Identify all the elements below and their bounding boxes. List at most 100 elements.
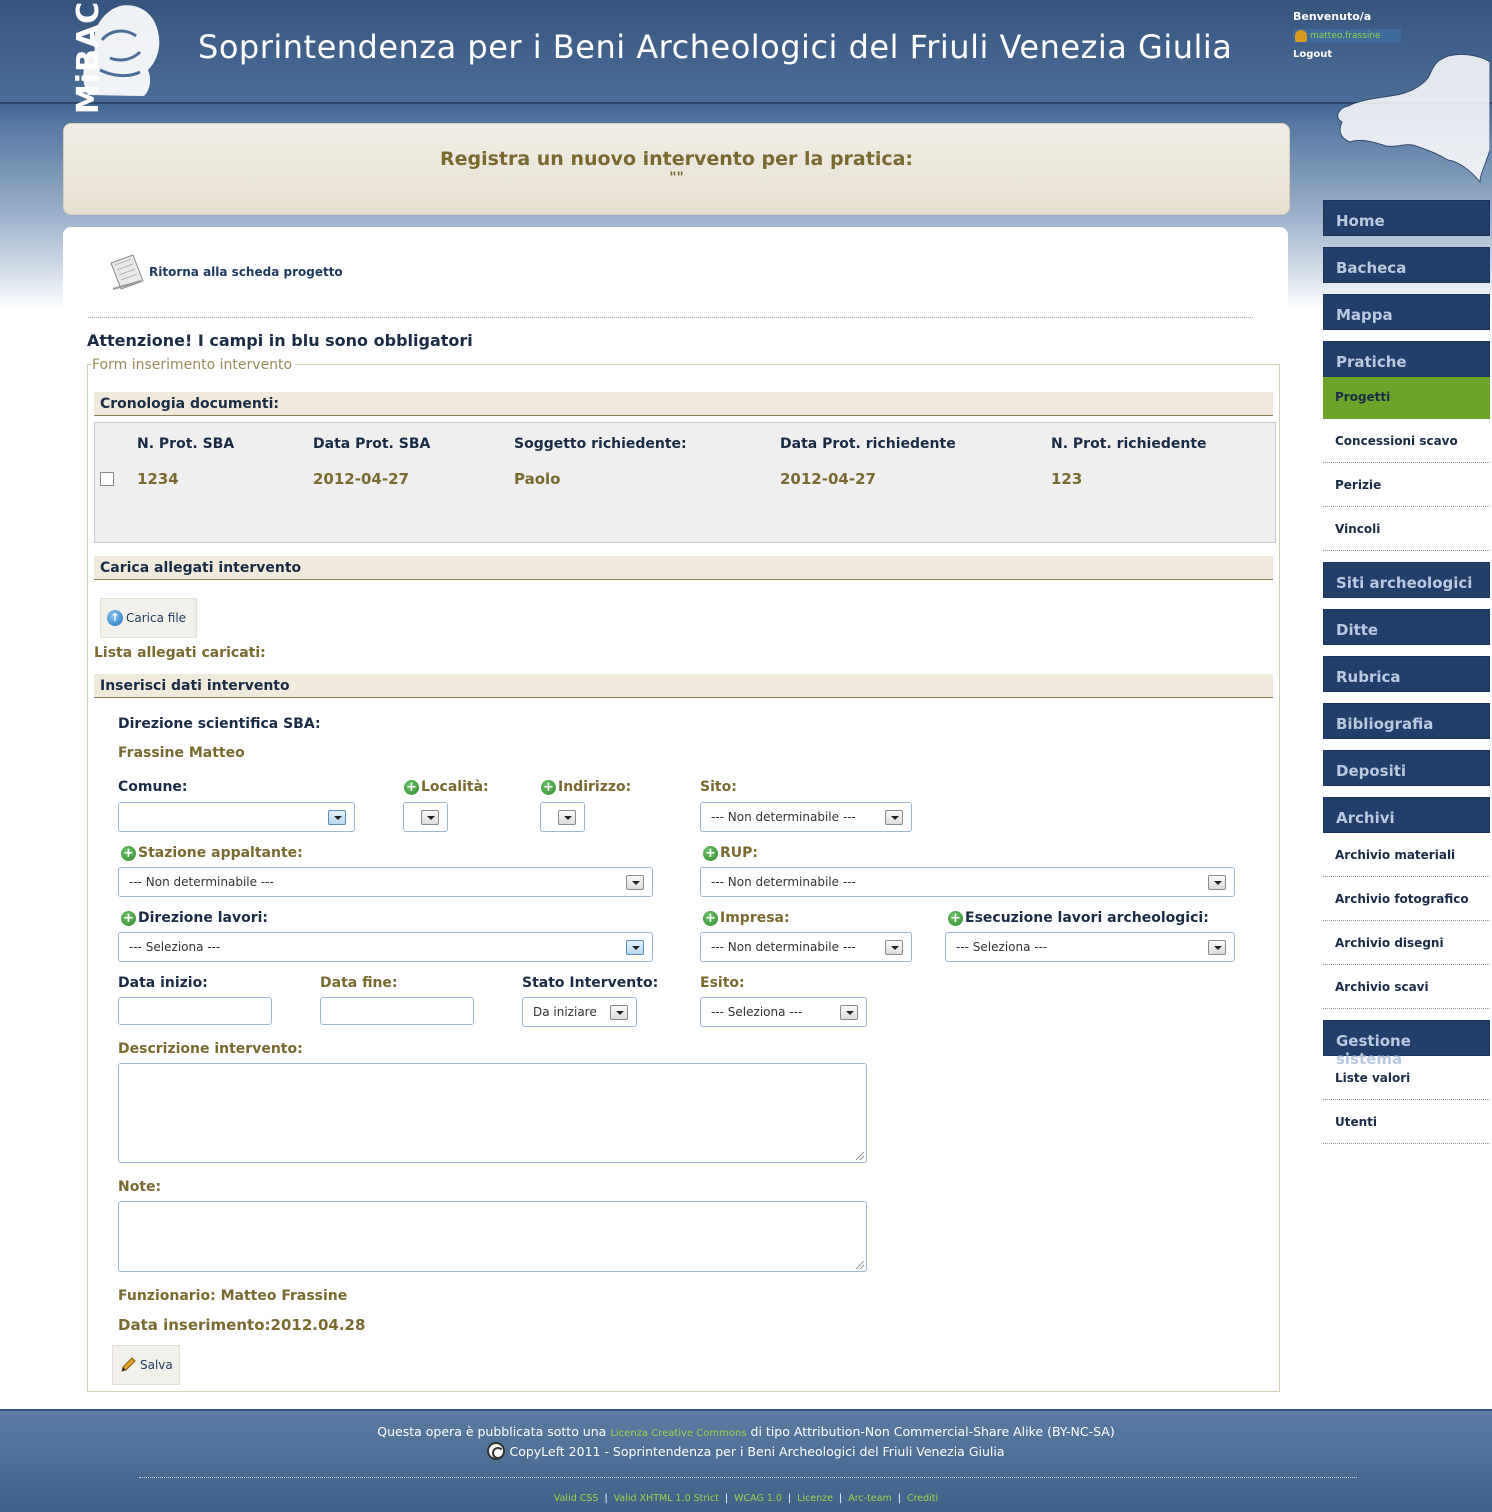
chevron-down-icon [885,940,903,955]
link-crediti[interactable]: Crediti [907,1493,938,1504]
nav-sub-archivio-fotografico[interactable]: Archivio fotografico [1323,877,1490,921]
add-stazione-icon[interactable]: + [121,845,136,861]
add-rup-icon[interactable]: + [703,845,718,861]
back-link-label: Ritorna alla scheda progetto [149,265,343,279]
esecuzione-select[interactable]: --- Seleziona --- [945,932,1235,962]
nav-sub-archivio-scavi[interactable]: Archivio scavi [1323,965,1490,1009]
header-data-prot-sba: Data Prot. SBA [313,436,431,452]
nav-sub-utenti[interactable]: Utenti [1323,1100,1490,1144]
chevron-down-icon [421,810,439,825]
localita-label: Località: [421,779,489,795]
header-soggetto-richiedente: Soggetto richiedente: [514,436,687,452]
link-wcag[interactable]: WCAG 1.0 [734,1493,782,1504]
cell-data-prot-richiedente: 2012-04-27 [780,470,876,488]
resize-handle-icon[interactable] [856,1261,864,1269]
link-licenze[interactable]: Licenze [797,1493,833,1504]
data-fine-label: Data fine: [320,975,398,991]
note-textarea[interactable] [118,1201,867,1272]
save-button-label: Salva [140,1358,173,1372]
license-text: Questa opera è pubblicata sotto una Lice… [0,1424,1492,1439]
direzione-lavori-value: --- Seleziona --- [129,940,221,954]
sito-select[interactable]: --- Non determinabile --- [700,802,912,832]
direzione-lavori-select[interactable]: --- Seleziona --- [118,932,653,962]
nav-bibliografia[interactable]: Bibliografia [1323,703,1490,739]
user-link[interactable]: matteo.frassine [1293,29,1401,43]
chevron-down-icon [1208,940,1226,955]
nav-depositi[interactable]: Depositi [1323,750,1490,786]
data-fine-input[interactable] [320,997,474,1025]
creative-commons-link[interactable]: Licenza Creative Commons [610,1428,746,1439]
upload-file-button[interactable]: ↑ Carica file [100,598,197,638]
data-inizio-input[interactable] [118,997,272,1025]
mibac-logo[interactable]: MiBAC [40,0,170,114]
nav-mappa[interactable]: Mappa [1323,294,1490,330]
indirizzo-select[interactable] [540,802,585,832]
nav-bacheca[interactable]: Bacheca [1323,247,1490,283]
chevron-down-icon [558,810,576,825]
localita-select[interactable] [403,802,448,832]
impresa-label: Impresa: [720,910,790,926]
nav-sub-archivio-disegni[interactable]: Archivio disegni [1323,921,1490,965]
stazione-value: --- Non determinabile --- [129,875,274,889]
direzione-lavori-label: Direzione lavori: [138,910,269,926]
comune-select[interactable] [118,802,355,832]
page-subtitle: "" [669,170,684,186]
link-valid-css[interactable]: Valid CSS [554,1493,599,1504]
chevron-down-icon [885,810,903,825]
link-valid-xhtml[interactable]: Valid XHTML 1.0 Strict [614,1493,719,1504]
add-indirizzo-icon[interactable]: + [541,779,556,795]
copyleft-label: CopyLeft 2011 - Soprintendenza per i Ben… [509,1443,1005,1459]
resize-handle-icon[interactable] [856,1152,864,1160]
footer-links: Valid CSS | Valid XHTML 1.0 Strict | WCAG 1.… [0,1493,1492,1504]
esecuzione-value: --- Seleziona --- [956,940,1048,954]
nav-sub-archivio-materiali[interactable]: Archivio materiali [1323,833,1490,877]
nav-gestione-sistema[interactable]: Gestione sistema [1323,1020,1490,1068]
data-inserimento-text: Data inserimento:2012.04.28 [118,1316,366,1334]
region-map-graphic [1337,53,1490,184]
stato-intervento-select[interactable]: Da iniziare [522,997,637,1027]
stato-value: Da iniziare [533,1005,597,1019]
indirizzo-label-group: + Indirizzo: [541,779,631,795]
cronologia-section-title: Cronologia documenti: [94,392,1273,416]
separator: | [839,1493,843,1504]
nav-rubrica[interactable]: Rubrica [1323,656,1490,692]
esito-value: --- Seleziona --- [711,1005,803,1019]
nav-sub-concessioni-scavo[interactable]: Concessioni scavo [1323,419,1490,463]
rup-select[interactable]: --- Non determinabile --- [700,867,1235,897]
descrizione-textarea[interactable] [118,1063,867,1163]
site-footer: Questa opera è pubblicata sotto una Lice… [0,1409,1492,1512]
add-localita-icon[interactable]: + [404,779,419,795]
link-arc-team[interactable]: Arc-team [848,1493,892,1504]
nav-ditte[interactable]: Ditte [1323,609,1490,645]
nav-sub-progetti[interactable]: Progetti [1323,377,1490,419]
nav-siti-archeologici[interactable]: Siti archeologici [1323,562,1490,598]
user-icon [1295,30,1307,42]
chevron-down-icon [1208,875,1226,890]
nav-sub-perizie[interactable]: Perizie [1323,463,1490,507]
nav-archivi[interactable]: Archivi [1323,797,1490,833]
copyleft-icon [487,1442,506,1460]
document-icon [110,254,144,290]
title-panel: Registra un nuovo intervento per la prat… [63,123,1290,215]
add-esecuzione-icon[interactable]: + [948,910,963,926]
add-impresa-icon[interactable]: + [703,910,718,926]
chevron-down-icon [840,1005,858,1020]
license-text-pre: Questa opera è pubblicata sotto una [377,1424,607,1439]
site-title: Soprintendenza per i Beni Archeologici d… [198,28,1233,66]
comune-label: Comune: [118,779,188,795]
impresa-select[interactable]: --- Non determinabile --- [700,932,912,962]
rup-label-group: + RUP: [703,845,758,861]
nav-home[interactable]: Home [1323,200,1490,236]
esito-select[interactable]: --- Seleziona --- [700,997,867,1027]
add-direzione-lavori-icon[interactable]: + [121,910,136,926]
nav-sub-vincoli[interactable]: Vincoli [1323,507,1490,551]
stazione-select[interactable]: --- Non determinabile --- [118,867,653,897]
save-button[interactable]: Salva [112,1345,180,1385]
nav-pratiche[interactable]: Pratiche [1323,341,1490,377]
data-inizio-label: Data inizio: [118,975,208,991]
back-to-project-link[interactable]: Ritorna alla scheda progetto [107,251,343,293]
cronologia-table: N. Prot. SBA Data Prot. SBA Soggetto ric… [94,422,1276,543]
sito-label: Sito: [700,779,737,795]
row-checkbox[interactable] [100,472,114,486]
stazione-label: Stazione appaltante: [138,845,303,861]
